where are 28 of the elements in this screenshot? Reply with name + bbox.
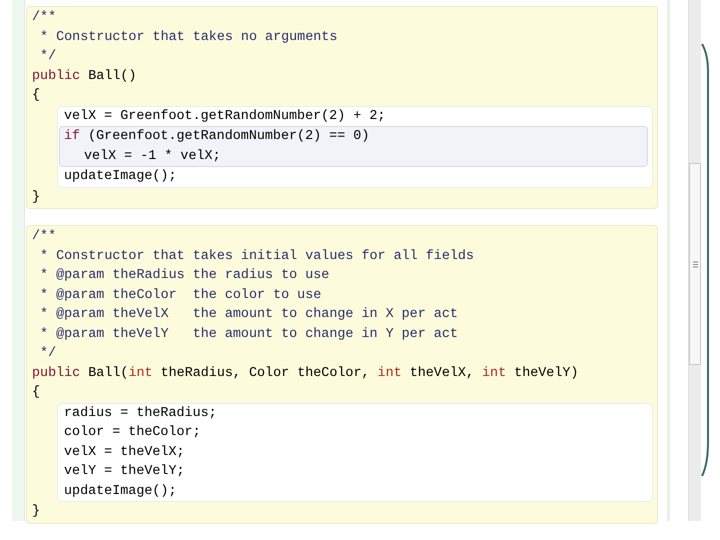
code-line: updateImage(); (64, 168, 178, 186)
comment-line: * @param theRadius the radius to use (39, 267, 330, 285)
comment-line: /** (32, 228, 58, 246)
grip-icon (692, 260, 698, 268)
code-line: { (32, 384, 42, 402)
code-line: velX = -1 * velX; (84, 148, 222, 166)
scrollbar-thumb[interactable] (689, 163, 701, 365)
code-line: if (Greenfoot.getRandomNumber(2) == 0) (64, 128, 370, 146)
comment-line: */ (39, 345, 58, 363)
comment-line: */ (39, 48, 58, 66)
code-line: } (32, 188, 42, 206)
code-line: public Ball(int theRadius, Color theColor, int theVelX, int theVelY) (32, 364, 580, 382)
code-line: updateImage(); (64, 482, 178, 500)
code-line: public Ball() (32, 68, 138, 86)
code-line: color = theColor; (64, 424, 202, 442)
code-line: velX = theVelX; (64, 444, 186, 462)
comment-line: * @param theColor the color to use (39, 286, 322, 304)
code-line: { (32, 87, 42, 105)
comment-line: * @param theVelX the amount to change in X per act (39, 306, 459, 324)
scrollbar[interactable] (688, 0, 701, 521)
comment-line: * Constructor that takes initial values for all fields (39, 248, 475, 266)
comment-line: * Constructor that takes no arguments (39, 28, 338, 46)
code-line: } (32, 503, 42, 521)
comment-line: * @param theVelY the amount to change in Y per act (39, 326, 459, 344)
code-line: velY = theVelY; (64, 463, 186, 481)
code-line: radius = theRadius; (64, 404, 218, 422)
code-line: velX = Greenfoot.getRandomNumber(2) + 2; (64, 108, 386, 126)
comment-line: /** (32, 9, 58, 27)
